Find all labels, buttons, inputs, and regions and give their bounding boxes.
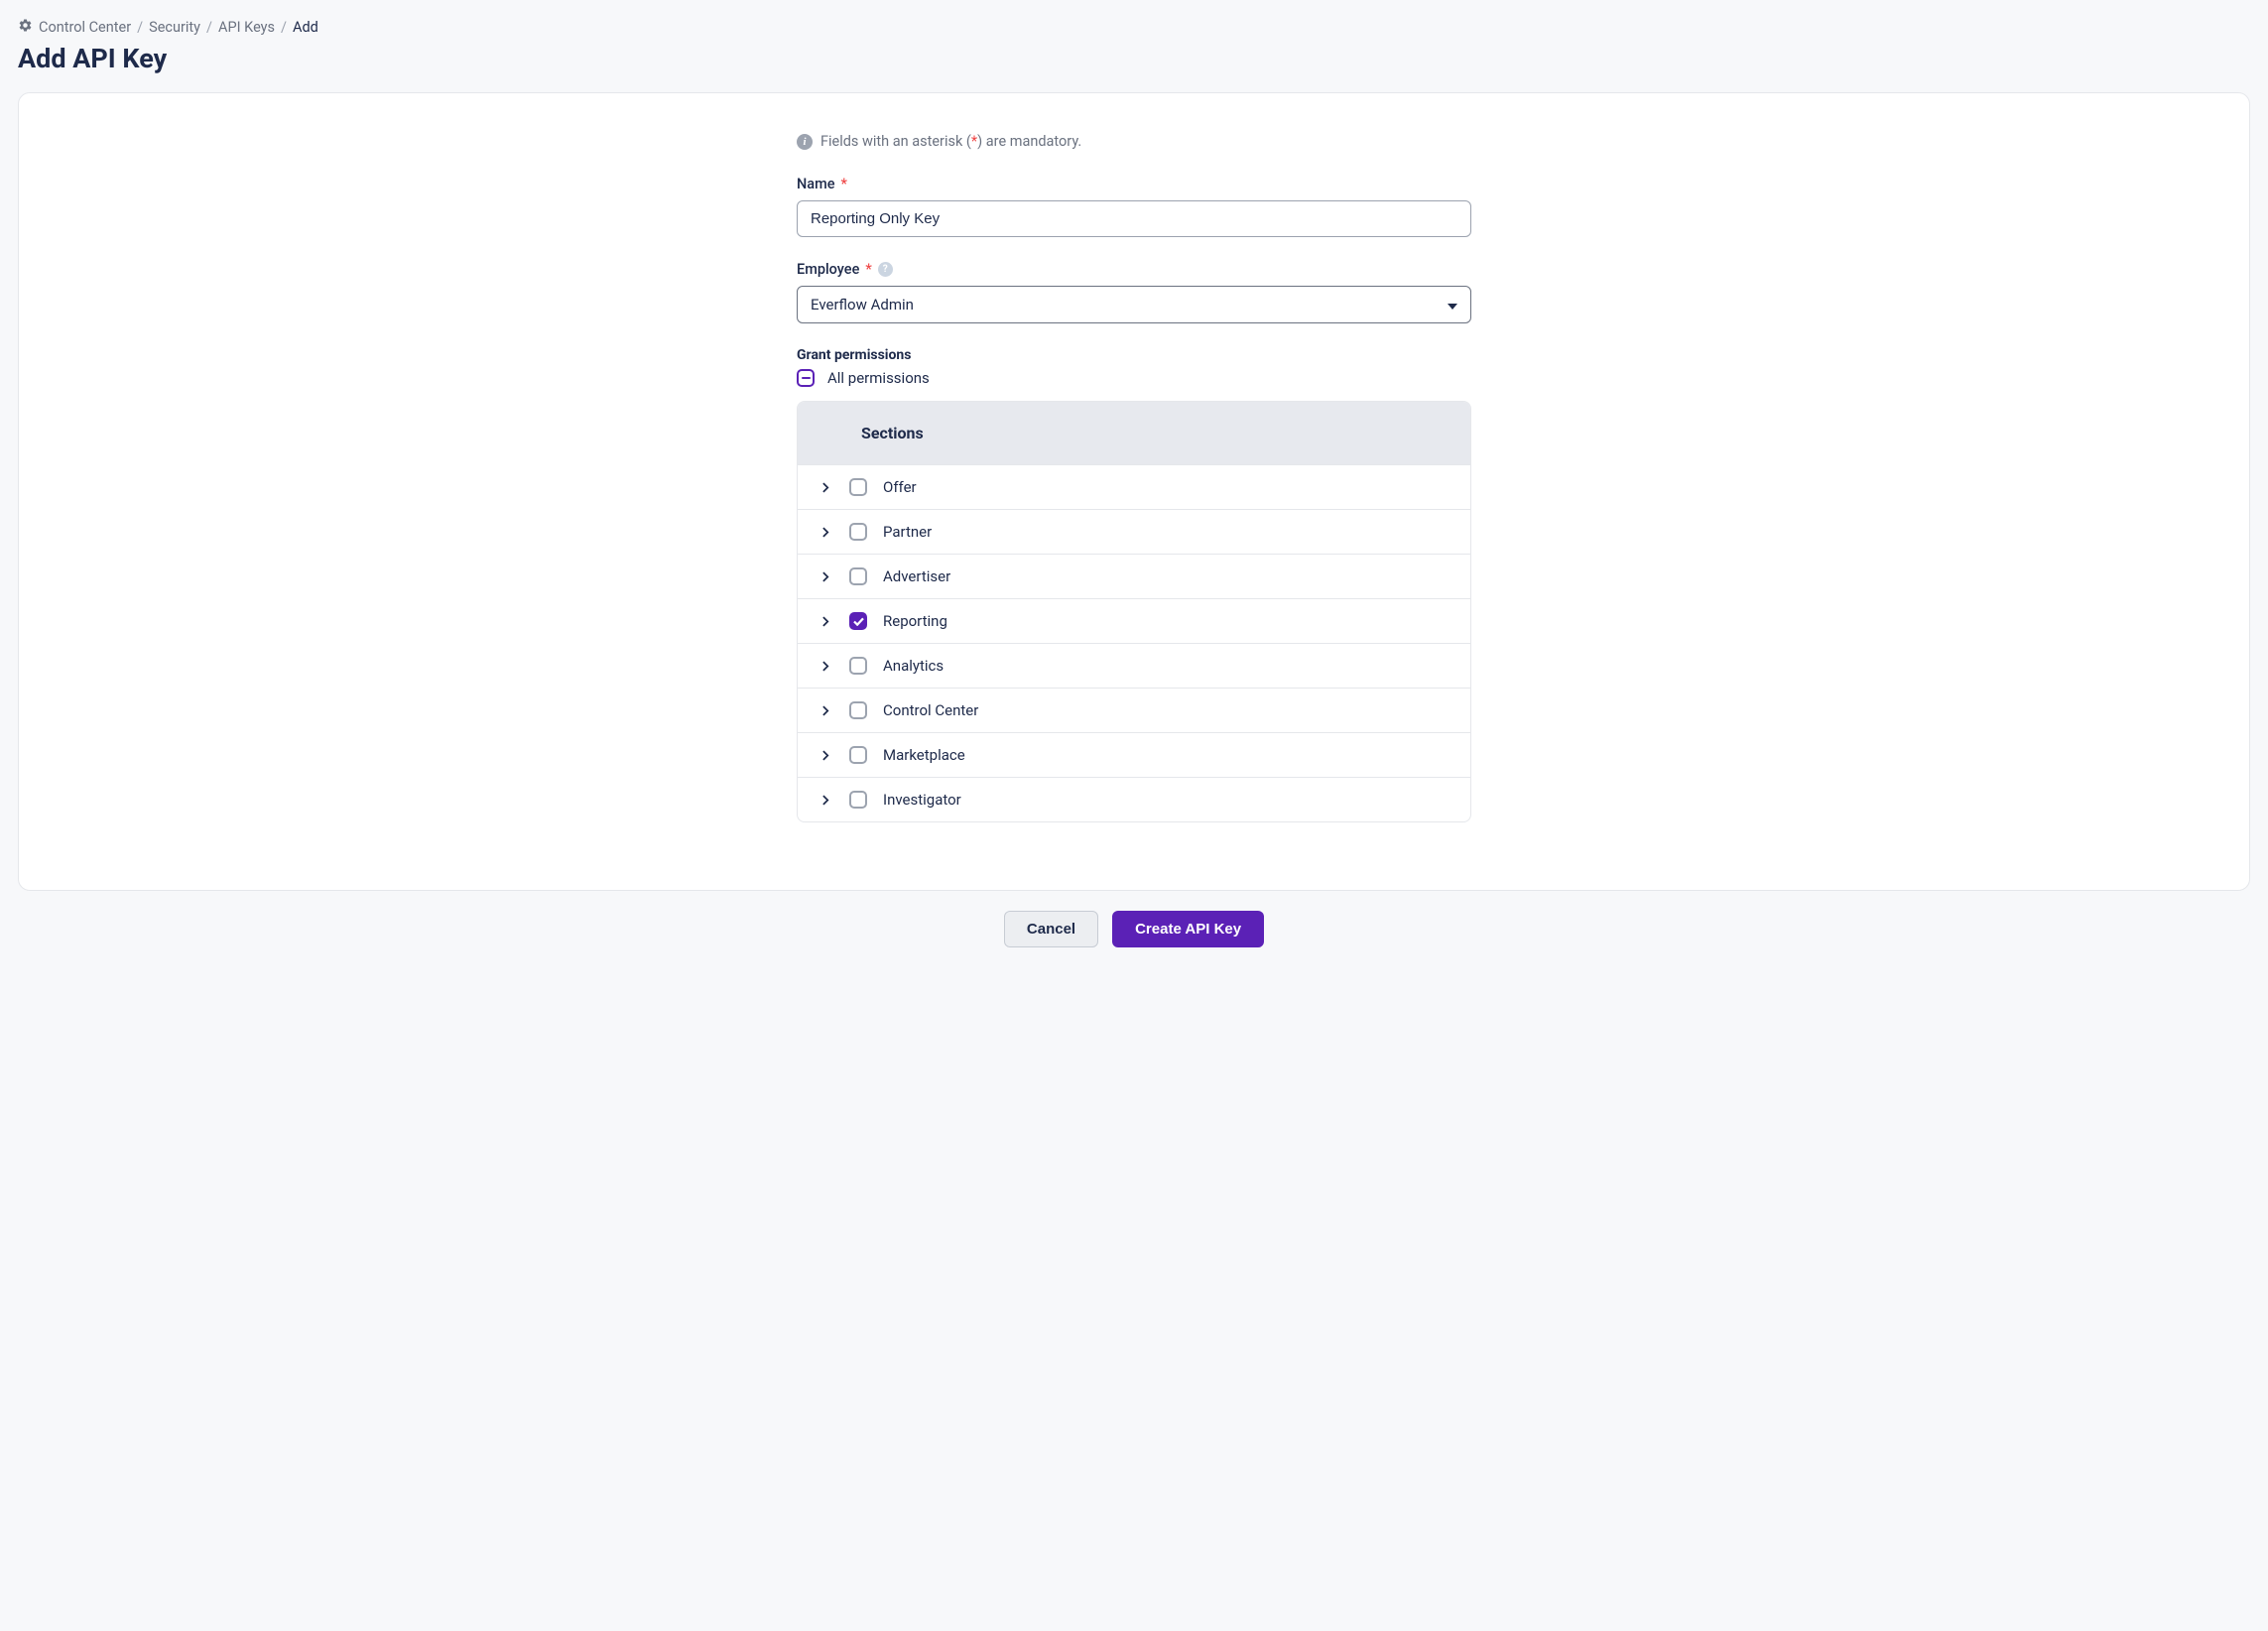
name-group: Name * (797, 176, 1471, 237)
employee-select[interactable]: Everflow Admin (797, 286, 1471, 323)
section-checkbox[interactable] (849, 478, 867, 496)
section-label: Partner (883, 523, 932, 541)
section-row[interactable]: Reporting (798, 598, 1470, 643)
section-checkbox[interactable] (849, 791, 867, 809)
sections-header: Sections (798, 402, 1470, 464)
section-row[interactable]: Marketplace (798, 732, 1470, 777)
info-text: ) are mandatory. (977, 133, 1081, 150)
chevron-right-icon (818, 658, 833, 674)
breadcrumb-separator: / (281, 19, 287, 36)
name-input[interactable] (797, 200, 1471, 237)
chevron-right-icon (818, 702, 833, 718)
breadcrumb-link-api-keys[interactable]: API Keys (218, 19, 275, 36)
section-label: Marketplace (883, 746, 965, 764)
all-permissions-label: All permissions (827, 369, 930, 387)
employee-label: Employee * ? (797, 261, 1471, 278)
section-row[interactable]: Partner (798, 509, 1470, 554)
chevron-right-icon (818, 613, 833, 629)
page-title: Add API Key (18, 43, 2250, 74)
section-checkbox[interactable] (849, 567, 867, 585)
required-asterisk: * (841, 176, 847, 192)
breadcrumb-separator: / (206, 19, 212, 36)
gear-icon (18, 18, 33, 37)
chevron-right-icon (818, 479, 833, 495)
required-asterisk: * (865, 261, 871, 278)
chevron-right-icon (818, 792, 833, 808)
section-row[interactable]: Analytics (798, 643, 1470, 688)
section-label: Advertiser (883, 567, 950, 585)
all-permissions-row: All permissions (797, 369, 1471, 387)
sections-table: Sections Offer Partner Advertiser Reporting… (797, 401, 1471, 822)
create-api-key-button[interactable]: Create API Key (1112, 911, 1264, 947)
section-row[interactable]: Control Center (798, 688, 1470, 732)
form-card: i Fields with an asterisk ( * ) are mandat… (18, 92, 2250, 891)
section-checkbox[interactable] (849, 701, 867, 719)
section-row[interactable]: Investigator (798, 777, 1470, 821)
info-text: Fields with an asterisk ( (820, 133, 971, 150)
chevron-right-icon (818, 747, 833, 763)
section-label: Offer (883, 478, 917, 496)
section-checkbox[interactable] (849, 612, 867, 630)
breadcrumb-separator: / (137, 19, 143, 36)
section-label: Investigator (883, 791, 961, 809)
section-row[interactable]: Offer (798, 464, 1470, 509)
section-label: Reporting (883, 612, 947, 630)
breadcrumb: Control Center / Security / API Keys / A… (18, 18, 2250, 37)
permissions-group: Grant permissions All permissions Sectio… (797, 347, 1471, 822)
chevron-right-icon (818, 524, 833, 540)
chevron-right-icon (818, 568, 833, 584)
breadcrumb-current: Add (293, 19, 318, 36)
action-buttons: Cancel Create API Key (18, 911, 2250, 947)
employee-group: Employee * ? Everflow Admin (797, 261, 1471, 323)
breadcrumb-link-security[interactable]: Security (149, 19, 200, 36)
info-icon: i (797, 134, 813, 150)
help-icon[interactable]: ? (878, 262, 893, 277)
section-label: Analytics (883, 657, 944, 675)
section-checkbox[interactable] (849, 746, 867, 764)
grant-permissions-label: Grant permissions (797, 347, 1471, 363)
section-label: Control Center (883, 701, 978, 719)
section-checkbox[interactable] (849, 523, 867, 541)
name-label: Name * (797, 176, 1471, 192)
section-checkbox[interactable] (849, 657, 867, 675)
cancel-button[interactable]: Cancel (1004, 911, 1098, 947)
all-permissions-checkbox[interactable] (797, 369, 815, 387)
employee-value: Everflow Admin (811, 296, 914, 314)
breadcrumb-link-control-center[interactable]: Control Center (39, 19, 131, 36)
section-row[interactable]: Advertiser (798, 554, 1470, 598)
mandatory-info: i Fields with an asterisk (*) are mandat… (797, 133, 1471, 150)
